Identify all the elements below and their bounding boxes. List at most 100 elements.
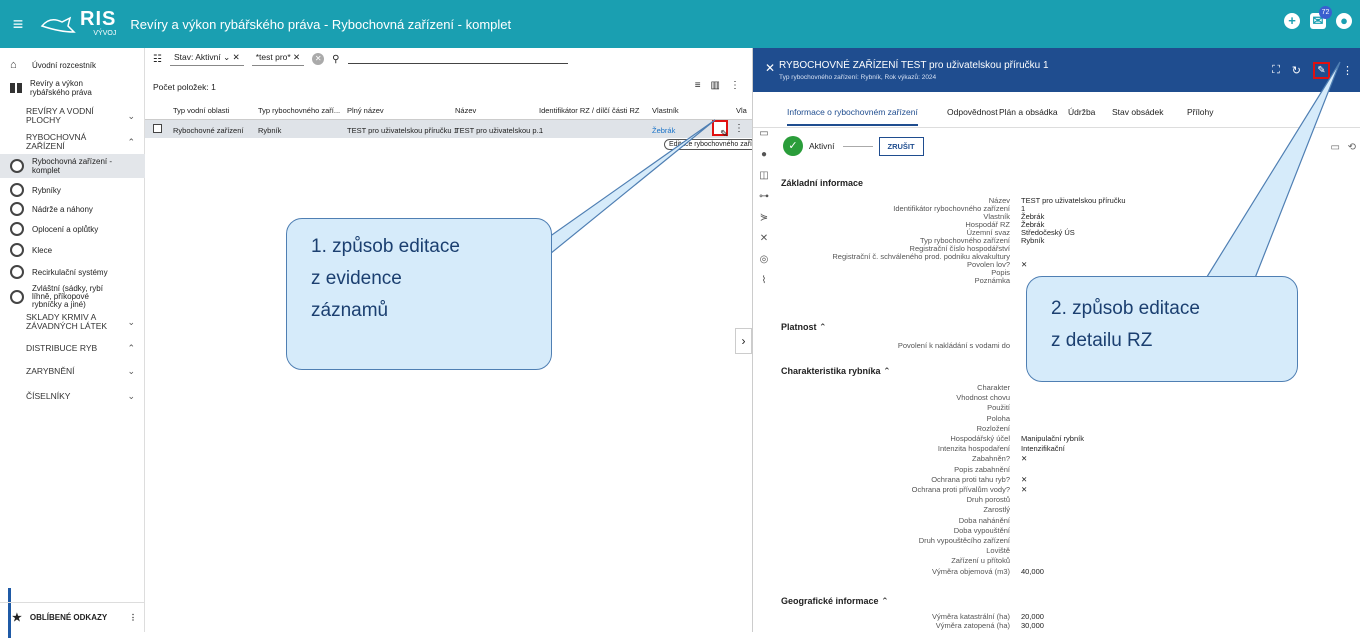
- sidebar: ⌂ Úvodní rozcestník Revíry a výkon rybář…: [0, 48, 145, 638]
- sidebar-item-label: Recirkulační systémy: [32, 267, 108, 277]
- field-label: Poloha: [986, 413, 1010, 423]
- detail-title: RYBOCHOVNÉ ZAŘÍZENÍ TEST pro uživatelsko…: [779, 60, 1049, 71]
- tab-odpovednost[interactable]: Odpovědnost: [947, 107, 998, 117]
- more-vert-icon[interactable]: ⋮: [1342, 64, 1353, 77]
- info-icon[interactable]: ●: [753, 149, 775, 170]
- notifications-icon[interactable]: ✉ 72: [1310, 6, 1332, 29]
- owner-link[interactable]: Žebrák: [652, 126, 675, 135]
- row-edit-button[interactable]: ✎: [712, 120, 728, 140]
- filter-chip-text[interactable]: *test pro* ✕: [251, 52, 305, 66]
- detail-tabs: Informace o rybochovném zařízení Odpověd…: [753, 92, 1360, 128]
- sidebar-item-oploceni[interactable]: Oplocení a oplůtky: [0, 220, 145, 238]
- tab-prilohy[interactable]: Přílohy: [1187, 107, 1213, 117]
- fish-icon[interactable]: ⋟: [753, 212, 775, 233]
- field-label: Hospodářský účel: [950, 434, 1010, 443]
- tools-icon[interactable]: ✕: [753, 233, 775, 254]
- sidebar-section-reviry[interactable]: REVÍRY A VODNÍ PLOCHY ⌄: [0, 106, 145, 126]
- sidebar-section-label: REVÍRY A VODNÍ PLOCHY: [26, 106, 94, 125]
- layout-icon[interactable]: ▭: [753, 128, 775, 149]
- history-icon[interactable]: ⟲: [1348, 142, 1356, 153]
- column-header[interactable]: Plný název: [347, 106, 384, 115]
- callout-line: 1. způsob editace: [311, 236, 460, 257]
- table-cell: Rybník: [258, 126, 282, 135]
- field-label: Vhodnost chovu: [956, 393, 1010, 403]
- sidebar-section-ciselniky[interactable]: ČÍSELNÍKY ⌄: [0, 388, 145, 404]
- sidebar-item-home[interactable]: ⌂ Úvodní rozcestník: [0, 56, 145, 74]
- app-logo[interactable]: RIS VÝVOJ: [40, 9, 116, 38]
- filter-settings-icon[interactable]: ☷: [153, 54, 162, 65]
- water-icon[interactable]: ◎: [753, 254, 775, 275]
- section-title-basic: Základní informace: [781, 178, 864, 188]
- field-value: TEST pro uživatelskou příručku: [1021, 196, 1126, 205]
- callout-line: z evidence: [311, 268, 402, 289]
- row-checkbox[interactable]: [153, 124, 162, 133]
- field-label: Použití: [987, 403, 1010, 413]
- close-icon[interactable]: ✕: [765, 61, 775, 75]
- fullscreen-icon[interactable]: ⛶: [1272, 64, 1280, 77]
- filter-chip-state[interactable]: Stav: Aktivní ⌄ ✕: [169, 52, 244, 66]
- callout-line: záznamů: [311, 300, 389, 321]
- column-header[interactable]: Identifikátor RZ / dílčí části RZ: [539, 106, 639, 115]
- clear-filters-icon[interactable]: ✕: [312, 53, 325, 65]
- hamburger-menu-icon[interactable]: ≡: [0, 14, 36, 35]
- tab-informace[interactable]: Informace o rybochovném zařízení: [787, 107, 918, 126]
- section-title-platnost[interactable]: Platnost ⌃: [781, 322, 827, 333]
- sidebar-item-label: Klece: [32, 245, 53, 255]
- sidebar-section-zarybneni[interactable]: ZARYBNĚNÍ ⌄: [0, 363, 145, 379]
- section-title-char[interactable]: Charakteristika rybníka ⌃: [781, 366, 891, 377]
- column-header[interactable]: Vla: [736, 106, 747, 115]
- layout-icon[interactable]: ▭: [1331, 142, 1340, 153]
- sidebar-item-zvlastni[interactable]: Zvláštní (sádky, rybí líhně, příkopové r…: [0, 282, 145, 312]
- search-icon[interactable]: ⚲: [332, 54, 339, 65]
- column-header[interactable]: Typ rybochovného zaří...: [258, 106, 340, 115]
- check-icon: ✓: [783, 136, 803, 156]
- table-row[interactable]: Rybochovné zařízení Rybník TEST pro uživ…: [145, 120, 752, 140]
- row-more-icon[interactable]: ⋮: [734, 123, 744, 134]
- sidebar-item-recirkulacni[interactable]: Recirkulační systémy: [0, 263, 145, 281]
- field-value: 20,000: [1021, 612, 1044, 621]
- sidebar-section-distribuce[interactable]: DISTRIBUCE RYB ⌃: [0, 340, 145, 356]
- search-input[interactable]: [347, 54, 568, 64]
- sidebar-item-label: Oplocení a oplůtky: [32, 224, 99, 234]
- hierarchy-icon[interactable]: ⊶: [753, 191, 775, 212]
- detail-edit-button[interactable]: ✎: [1313, 62, 1330, 79]
- sidebar-item-rybniky[interactable]: Rybníky: [0, 181, 145, 199]
- list-view-icon[interactable]: ≡: [695, 80, 701, 91]
- field-label: Výměra objemová (m3): [932, 566, 1010, 576]
- section-title-geo[interactable]: Geografické informace ⌃: [781, 596, 889, 607]
- user-account-icon[interactable]: ●: [1336, 13, 1352, 29]
- column-header[interactable]: Název: [455, 106, 476, 115]
- add-icon[interactable]: +: [1284, 13, 1300, 29]
- sidebar-item-label: Rybníky: [32, 185, 61, 195]
- field-label: Zarostlý: [983, 505, 1010, 515]
- sidebar-item-klece[interactable]: Klece: [0, 241, 145, 259]
- cancel-button[interactable]: ZRUŠIT: [878, 136, 924, 156]
- map-icon[interactable]: ◫: [753, 170, 775, 191]
- field-value: ✕: [1021, 474, 1028, 484]
- table-cell: 1: [539, 126, 544, 135]
- favorites-bar[interactable]: ★ OBLÍBENÉ ODKAZY ⋮: [0, 602, 145, 632]
- tab-plan-obsadka[interactable]: Plán a obsádka: [999, 107, 1058, 117]
- tab-stav-obsadek[interactable]: Stav obsádek: [1112, 107, 1164, 117]
- net-icon[interactable]: ⌇: [753, 275, 775, 296]
- favorites-label: OBLÍBENÉ ODKAZY: [29, 613, 108, 622]
- sidebar-item-reviry-module[interactable]: Revíry a výkon rybářského práva: [0, 76, 145, 100]
- refresh-icon[interactable]: ↻: [1292, 64, 1301, 77]
- sidebar-section-rybochovna[interactable]: RYBOCHOVNÁ ZAŘÍZENÍ ⌃: [0, 132, 145, 152]
- collapse-detail-button[interactable]: ›: [735, 328, 752, 354]
- more-vert-icon[interactable]: ⋮: [730, 80, 740, 91]
- field-label: Rozložení: [976, 423, 1010, 433]
- sidebar-section-sklady[interactable]: SKLADY KRMIV A ZÁVADNÝCH LÁTEK ⌄: [0, 312, 145, 332]
- sidebar-item-rz-komplet[interactable]: Rybochovná zařízení - komplet: [0, 154, 145, 178]
- columns-icon[interactable]: ▥: [711, 80, 720, 91]
- tab-udrzba[interactable]: Údržba: [1068, 107, 1095, 117]
- column-header[interactable]: Vlastník: [652, 106, 679, 115]
- section-label: Charakteristika rybníka: [781, 366, 881, 376]
- more-vert-icon[interactable]: ⋮: [129, 613, 137, 622]
- sidebar-item-nadrze[interactable]: Nádrže a náhony: [0, 200, 145, 218]
- section-label: Geografické informace: [781, 596, 879, 606]
- column-header[interactable]: Typ vodní oblasti: [173, 106, 229, 115]
- star-icon: ★: [12, 612, 22, 624]
- chevron-down-icon: ⌄: [127, 316, 135, 327]
- chevron-up-icon: ⌃: [127, 136, 135, 147]
